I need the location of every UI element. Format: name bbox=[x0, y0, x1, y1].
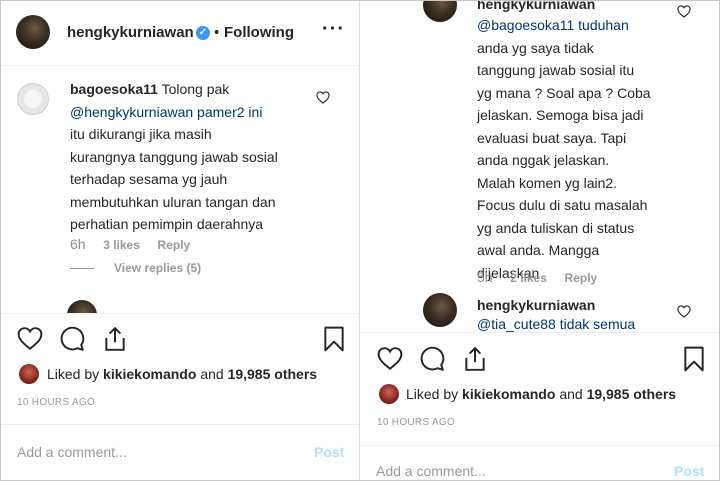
heart-icon[interactable] bbox=[377, 346, 403, 372]
reply-line: Focus dulu di satu masalah bbox=[477, 197, 648, 213]
next-reply-heart-icon[interactable] bbox=[677, 305, 691, 318]
comment-line: itu dikurangi jika masih bbox=[70, 126, 212, 142]
reply-line: evaluasi buat saya. Tapi bbox=[477, 129, 627, 146]
reply-likes[interactable]: 2 likes bbox=[510, 271, 547, 285]
next-reply-avatar[interactable] bbox=[423, 293, 457, 327]
add-comment-divider bbox=[0, 424, 359, 425]
share-icon[interactable] bbox=[462, 346, 488, 372]
comment-line: Tolong pak bbox=[161, 81, 230, 97]
left-post-panel: hengkykurniawan ✓ • Following ··· bagoes… bbox=[0, 0, 360, 481]
comment-line: kurangnya tanggung jawab sosial bbox=[70, 148, 278, 165]
following-button[interactable]: Following bbox=[224, 24, 294, 41]
add-comment-divider bbox=[361, 445, 720, 446]
verified-icon: ✓ bbox=[196, 26, 210, 40]
right-post-panel: hengkykurniawan @bagoesoka11 tuduhan and… bbox=[361, 0, 720, 481]
comment-icon[interactable] bbox=[59, 326, 85, 352]
reply-meta: 5h 2 likes Reply bbox=[477, 269, 611, 285]
comment-body: bagoesoka11 Tolong pak @hengkykurniawan … bbox=[70, 78, 330, 236]
bookmark-icon[interactable] bbox=[321, 326, 347, 352]
reply-author-avatar[interactable] bbox=[423, 0, 457, 22]
post-button[interactable]: Post bbox=[674, 463, 704, 479]
reply-body: @bagoesoka11 tuduhan anda yg saya tidak … bbox=[477, 14, 707, 284]
comment-meta: 6h 3 likes Reply bbox=[70, 236, 204, 252]
reply-line[interactable]: @bagoesoka11 tuduhan bbox=[477, 17, 629, 33]
add-comment-input[interactable]: Add a comment... bbox=[376, 463, 486, 479]
comment-like-heart-icon[interactable] bbox=[316, 91, 330, 104]
liked-by-text: Liked by kikiekomando and 19,985 others bbox=[406, 386, 676, 402]
post-timestamp[interactable]: 10 HOURS AGO bbox=[377, 417, 455, 428]
reply-like-heart-icon[interactable] bbox=[677, 5, 691, 18]
liked-by-user[interactable]: kikiekomando bbox=[103, 366, 196, 382]
heart-icon[interactable] bbox=[17, 326, 43, 352]
next-reply-username[interactable]: hengkykurniawan bbox=[477, 297, 595, 313]
liked-by-and: and bbox=[200, 366, 224, 382]
comment-line: perhatian pemimpin daerahnya bbox=[70, 216, 264, 232]
liked-by-prefix: Liked by bbox=[406, 386, 459, 402]
reply-author-username[interactable]: hengkykurniawan bbox=[477, 0, 595, 12]
reply-button[interactable]: Reply bbox=[158, 238, 191, 252]
view-replies-line bbox=[70, 268, 94, 269]
author-username[interactable]: hengkykurniawan bbox=[67, 24, 194, 41]
liked-by-count[interactable]: 19,985 others bbox=[587, 386, 677, 402]
liked-by-prefix: Liked by bbox=[47, 366, 100, 382]
commenter-username[interactable]: bagoesoka11 bbox=[70, 81, 158, 97]
comment-icon[interactable] bbox=[419, 346, 445, 372]
more-options-icon[interactable]: ··· bbox=[322, 18, 345, 41]
reply-line: tanggung jawab sosial itu bbox=[477, 62, 635, 78]
reply-line: awal anda. Mangga bbox=[477, 242, 600, 258]
comment-line: terhadap sesama yg jauh bbox=[70, 171, 228, 187]
reply-time: 5h bbox=[477, 269, 493, 285]
commenter-avatar[interactable] bbox=[17, 83, 49, 115]
share-icon[interactable] bbox=[102, 326, 128, 352]
post-button[interactable]: Post bbox=[314, 444, 344, 460]
bookmark-icon[interactable] bbox=[681, 346, 707, 372]
reply-line: yg anda tuliskan di status bbox=[477, 219, 635, 236]
reply-line: jelaskan. Semoga bisa jadi bbox=[477, 107, 644, 123]
comment-time: 6h bbox=[70, 236, 86, 252]
comment-likes[interactable]: 3 likes bbox=[103, 238, 140, 252]
post-footer bbox=[361, 333, 720, 481]
post-timestamp[interactable]: 10 HOURS AGO bbox=[17, 397, 95, 408]
next-reply-text: @tia_cute88 tidak semua bbox=[477, 316, 636, 332]
liked-by-user[interactable]: kikiekomando bbox=[462, 386, 555, 402]
reply-line: yg mana ? Soal apa ? Coba bbox=[477, 84, 651, 101]
liker-avatar[interactable] bbox=[379, 384, 399, 404]
add-comment-input[interactable]: Add a comment... bbox=[17, 444, 127, 460]
liked-by-text: Liked by kikiekomando and 19,985 others bbox=[47, 366, 317, 382]
reply-line: anda nggak jelaskan. bbox=[477, 152, 610, 168]
reply-reply-button[interactable]: Reply bbox=[565, 271, 598, 285]
view-replies-button[interactable]: View replies (5) bbox=[114, 261, 201, 275]
comment-line: membutuhkan uluran tangan dan bbox=[70, 193, 276, 210]
liked-by-count[interactable]: 19,985 others bbox=[228, 366, 318, 382]
separator-dot: • bbox=[214, 24, 220, 41]
reply-line: anda yg saya tidak bbox=[477, 39, 594, 56]
liked-by-and: and bbox=[559, 386, 583, 402]
comment-line[interactable]: @hengkykurniawan pamer2 ini bbox=[70, 104, 262, 120]
post-header: hengkykurniawan ✓ • Following ··· bbox=[0, 0, 359, 66]
author-avatar[interactable] bbox=[16, 15, 50, 49]
reply-line: Malah komen yg lain2. bbox=[477, 174, 618, 191]
liker-avatar[interactable] bbox=[19, 364, 39, 384]
